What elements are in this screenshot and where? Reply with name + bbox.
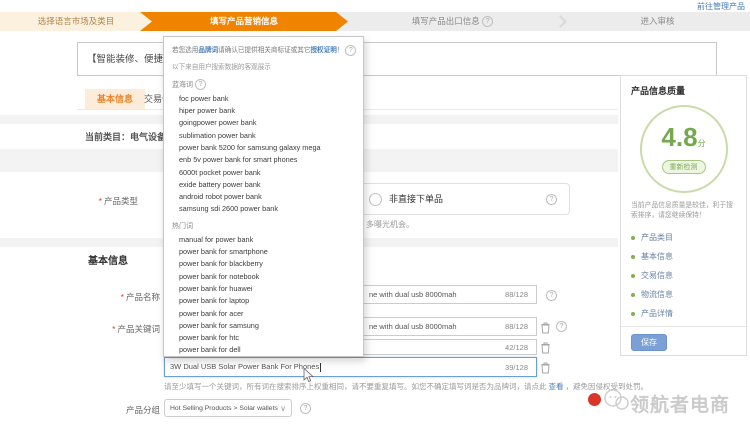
- suggestion-item[interactable]: enb 5v power bank for smart phones: [172, 154, 355, 166]
- step-export-info[interactable]: 填写产品出口信息 ?: [350, 12, 555, 31]
- quality-item[interactable]: 基本信息: [631, 247, 736, 266]
- keyword-suggestion-dropdown: 若您选用品牌词请确认已提供相关商标证或其它授权证明！ ? 以下来自用户搜索数据的…: [163, 36, 364, 357]
- publish-product-page: 前往管理产品 选择语言市场及类目 填写产品营销信息 填写产品出口信息 ? 进入审…: [0, 0, 750, 432]
- product-keywords-label: *产品关键词: [60, 323, 160, 335]
- radio-option-label: 非直接下单品: [389, 184, 443, 214]
- tab-basic-info[interactable]: 基本信息: [85, 89, 145, 109]
- suggestion-item[interactable]: foc power bank: [172, 93, 355, 105]
- product-type-label: *产品类型: [60, 195, 138, 207]
- suggestion-item[interactable]: power bank for notebook: [172, 271, 355, 283]
- text-caret: [320, 363, 321, 372]
- help-icon[interactable]: ?: [345, 45, 356, 56]
- manage-products-link[interactable]: 前往管理产品: [697, 1, 745, 12]
- suggestion-subtitle: 以下来自用户搜索数据的客观展示: [172, 61, 355, 71]
- mouse-cursor-icon: [303, 368, 315, 389]
- suggestion-item[interactable]: exide battery power bank: [172, 179, 355, 191]
- product-group-label: 产品分组: [60, 404, 160, 416]
- char-count: 39/128: [505, 363, 536, 372]
- watermark-red-dot-icon: [588, 393, 601, 406]
- panel-divider: [621, 326, 746, 327]
- keyword-3-value: 3W Dual USB Solar Power Bank For Phones: [165, 362, 505, 372]
- quality-score-circle: 4.8分 重新检测: [640, 105, 728, 193]
- step-export-info-label: 填写产品出口信息: [412, 16, 480, 26]
- chevron-down-icon: ∨: [280, 400, 286, 417]
- blue-ocean-word-list: foc power bank hiper power bank goingpow…: [172, 93, 355, 216]
- note-view-link[interactable]: 查看: [549, 382, 564, 391]
- green-dot-icon: [631, 293, 635, 297]
- step-review[interactable]: 进入审核: [565, 12, 750, 31]
- suggestion-item[interactable]: power bank for laptop: [172, 295, 355, 307]
- quality-item[interactable]: 产品详情: [631, 304, 736, 323]
- help-icon[interactable]: ?: [195, 79, 206, 90]
- title-banner-text: 【智能装修、便捷: [87, 54, 163, 65]
- auth-cert-link[interactable]: 授权证明: [310, 47, 336, 54]
- trash-icon[interactable]: [541, 361, 550, 379]
- green-dot-icon: [631, 255, 635, 259]
- green-dot-icon: [631, 236, 635, 240]
- help-icon[interactable]: ?: [482, 16, 493, 27]
- suggestion-item[interactable]: goingpower power bank: [172, 117, 355, 129]
- trash-icon[interactable]: [541, 341, 550, 359]
- radio-button-icon[interactable]: [369, 193, 382, 206]
- hot-word-list: manual for power bank power bank for sma…: [172, 234, 355, 357]
- char-count: 88/128: [505, 322, 536, 331]
- keyword-input-3-active[interactable]: 3W Dual USB Solar Power Bank For Phones …: [164, 357, 537, 377]
- char-count: 88/128: [505, 290, 536, 299]
- product-type-hint-fragment: 多曝光机会。: [366, 219, 414, 230]
- suggestion-item[interactable]: power bank for smartphone: [172, 246, 355, 258]
- quality-item-list: 产品类目 基本信息 交易信息 物流信息 产品详情: [621, 228, 746, 323]
- product-type-option-box[interactable]: 非直接下单品 ?: [338, 183, 570, 215]
- quality-score: 4.8分: [661, 125, 705, 156]
- help-icon[interactable]: ?: [556, 321, 567, 332]
- basic-info-section-title: 基本信息: [88, 252, 128, 267]
- quality-description: 当前产品信息质量是较佳，利于搜索排序，请您继续保持！: [621, 201, 746, 221]
- hot-words-title: 热门词: [172, 221, 355, 231]
- suggestion-item[interactable]: power bank for acer: [172, 308, 355, 320]
- suggestion-item[interactable]: samsung sdi 2600 power bank: [172, 203, 355, 215]
- suggestion-item[interactable]: power bank 5200 for samsung galaxy mega: [172, 142, 355, 154]
- help-icon[interactable]: ?: [546, 290, 557, 301]
- suggestion-item[interactable]: 6000t pocket power bank: [172, 167, 355, 179]
- wechat-logo-icon: [603, 388, 629, 417]
- help-icon[interactable]: ?: [300, 403, 311, 414]
- suggestion-item[interactable]: power bank for huawei: [172, 283, 355, 295]
- brand-word-link[interactable]: 品牌词: [198, 47, 218, 54]
- recheck-button[interactable]: 重新检测: [662, 160, 706, 174]
- suggestion-item[interactable]: manual for power bank: [172, 234, 355, 246]
- quality-item[interactable]: 交易信息: [631, 266, 736, 285]
- save-button[interactable]: 保存: [631, 334, 667, 351]
- product-group-value: Hot Selling Products > Solar wallets: [170, 405, 278, 412]
- step-marketing-info-active[interactable]: 填写产品营销信息: [140, 12, 348, 31]
- required-asterisk: *: [99, 196, 102, 206]
- trash-icon[interactable]: [541, 321, 550, 339]
- quality-item[interactable]: 物流信息: [631, 285, 736, 304]
- suggestion-item[interactable]: sublimation power bank: [172, 130, 355, 142]
- suggestion-item[interactable]: hiper power bank: [172, 105, 355, 117]
- quality-item[interactable]: 产品类目: [631, 228, 736, 247]
- help-icon[interactable]: ?: [546, 194, 557, 205]
- suggestion-item[interactable]: android robot power bank: [172, 191, 355, 203]
- suggestion-item[interactable]: power bank for dell: [172, 344, 355, 356]
- suggestion-item[interactable]: power bank for blackberry: [172, 258, 355, 270]
- quality-panel: 产品信息质量 4.8分 重新检测 当前产品信息质量是较佳，利于搜索排序，请您继续…: [620, 75, 747, 356]
- char-count: 42/128: [505, 343, 536, 352]
- suggestion-item[interactable]: power bank for samsung: [172, 320, 355, 332]
- blue-ocean-words-title: 蓝海词 ?: [172, 79, 355, 90]
- product-name-label: *产品名称: [60, 291, 160, 303]
- watermark-text: 领航者电商: [630, 390, 730, 417]
- current-category-text: 当前类目：电气设备: [85, 130, 166, 143]
- product-group-select[interactable]: Hot Selling Products > Solar wallets ∨: [164, 399, 292, 417]
- suggestion-item[interactable]: power bank for htc: [172, 332, 355, 344]
- brand-word-notice: 若您选用品牌词请确认已提供相关商标证或其它授权证明！ ?: [172, 44, 355, 56]
- quality-panel-title: 产品信息质量: [621, 76, 746, 101]
- green-dot-icon: [631, 312, 635, 316]
- green-dot-icon: [631, 274, 635, 278]
- step-choose-market[interactable]: 选择语言市场及类目: [0, 12, 152, 31]
